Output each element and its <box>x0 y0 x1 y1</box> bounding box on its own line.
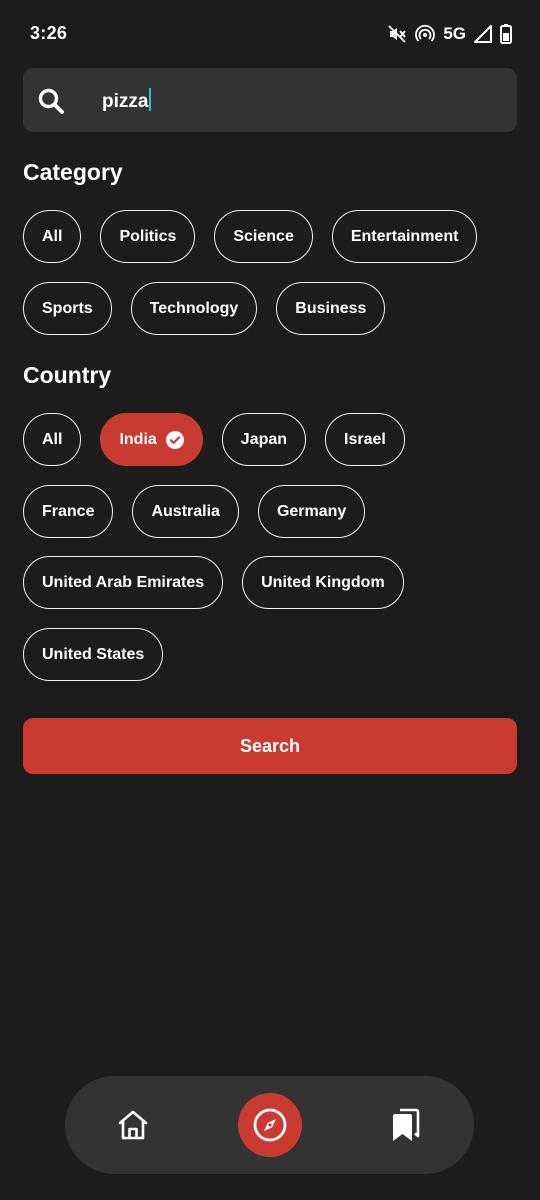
search-icon <box>38 88 64 114</box>
category-chip-politics[interactable]: Politics <box>100 210 196 263</box>
country-chip-row-3: United Arab Emirates United Kingdom <box>23 556 404 609</box>
status-time: 3:26 <box>30 23 68 43</box>
nav-saved-button[interactable] <box>374 1094 436 1156</box>
country-chip-israel[interactable]: Israel <box>325 413 405 466</box>
category-chip-all[interactable]: All <box>23 210 82 263</box>
country-chip-row-2: France Australia Germany <box>23 485 366 538</box>
network-type: 5G <box>443 24 466 43</box>
check-circle-icon <box>165 430 184 449</box>
category-chip-technology[interactable]: Technology <box>130 282 258 335</box>
battery-icon <box>500 24 512 44</box>
country-chip-japan[interactable]: Japan <box>221 413 307 466</box>
country-chip-united-states[interactable]: United States <box>23 628 164 681</box>
country-chip-united-kingdom[interactable]: United Kingdom <box>242 556 404 609</box>
nav-explore-button[interactable] <box>238 1093 302 1157</box>
signal-icon <box>474 25 492 43</box>
search-input[interactable]: pizza <box>23 68 517 132</box>
category-title: Category <box>23 159 123 185</box>
home-icon <box>118 1110 148 1140</box>
category-chip-row-2: Sports Technology Business <box>23 282 386 335</box>
country-chip-row-1: All India Japan Israel <box>23 413 405 466</box>
country-chip-germany[interactable]: Germany <box>257 485 366 538</box>
country-chip-india-label: India <box>119 430 157 448</box>
country-chip-australia[interactable]: Australia <box>132 485 239 538</box>
category-chip-business[interactable]: Business <box>276 282 386 335</box>
country-chip-row-4: United States <box>23 628 164 681</box>
nav-home-button[interactable] <box>102 1094 164 1156</box>
category-chip-row-1: All Politics Science Entertainment <box>23 210 478 263</box>
hotspot-icon <box>415 24 436 42</box>
country-chip-india[interactable]: India <box>100 413 203 466</box>
country-chip-all[interactable]: All <box>23 413 82 466</box>
mute-icon <box>388 25 407 43</box>
country-title: Country <box>23 362 112 388</box>
bottom-nav <box>65 1076 474 1174</box>
search-value: pizza <box>102 88 152 113</box>
search-button[interactable]: Search <box>23 718 517 774</box>
status-icons: 5G <box>387 22 512 46</box>
country-chip-united-arab-emirates[interactable]: United Arab Emirates <box>23 556 224 609</box>
country-chip-france[interactable]: France <box>23 485 114 538</box>
category-chip-entertainment[interactable]: Entertainment <box>331 210 478 263</box>
category-chip-sports[interactable]: Sports <box>23 282 112 335</box>
status-bar: 3:26 5G <box>0 0 540 68</box>
text-caret <box>149 88 152 111</box>
category-chip-science[interactable]: Science <box>214 210 313 263</box>
compass-icon <box>253 1108 287 1142</box>
bookmarks-icon <box>393 1108 420 1141</box>
